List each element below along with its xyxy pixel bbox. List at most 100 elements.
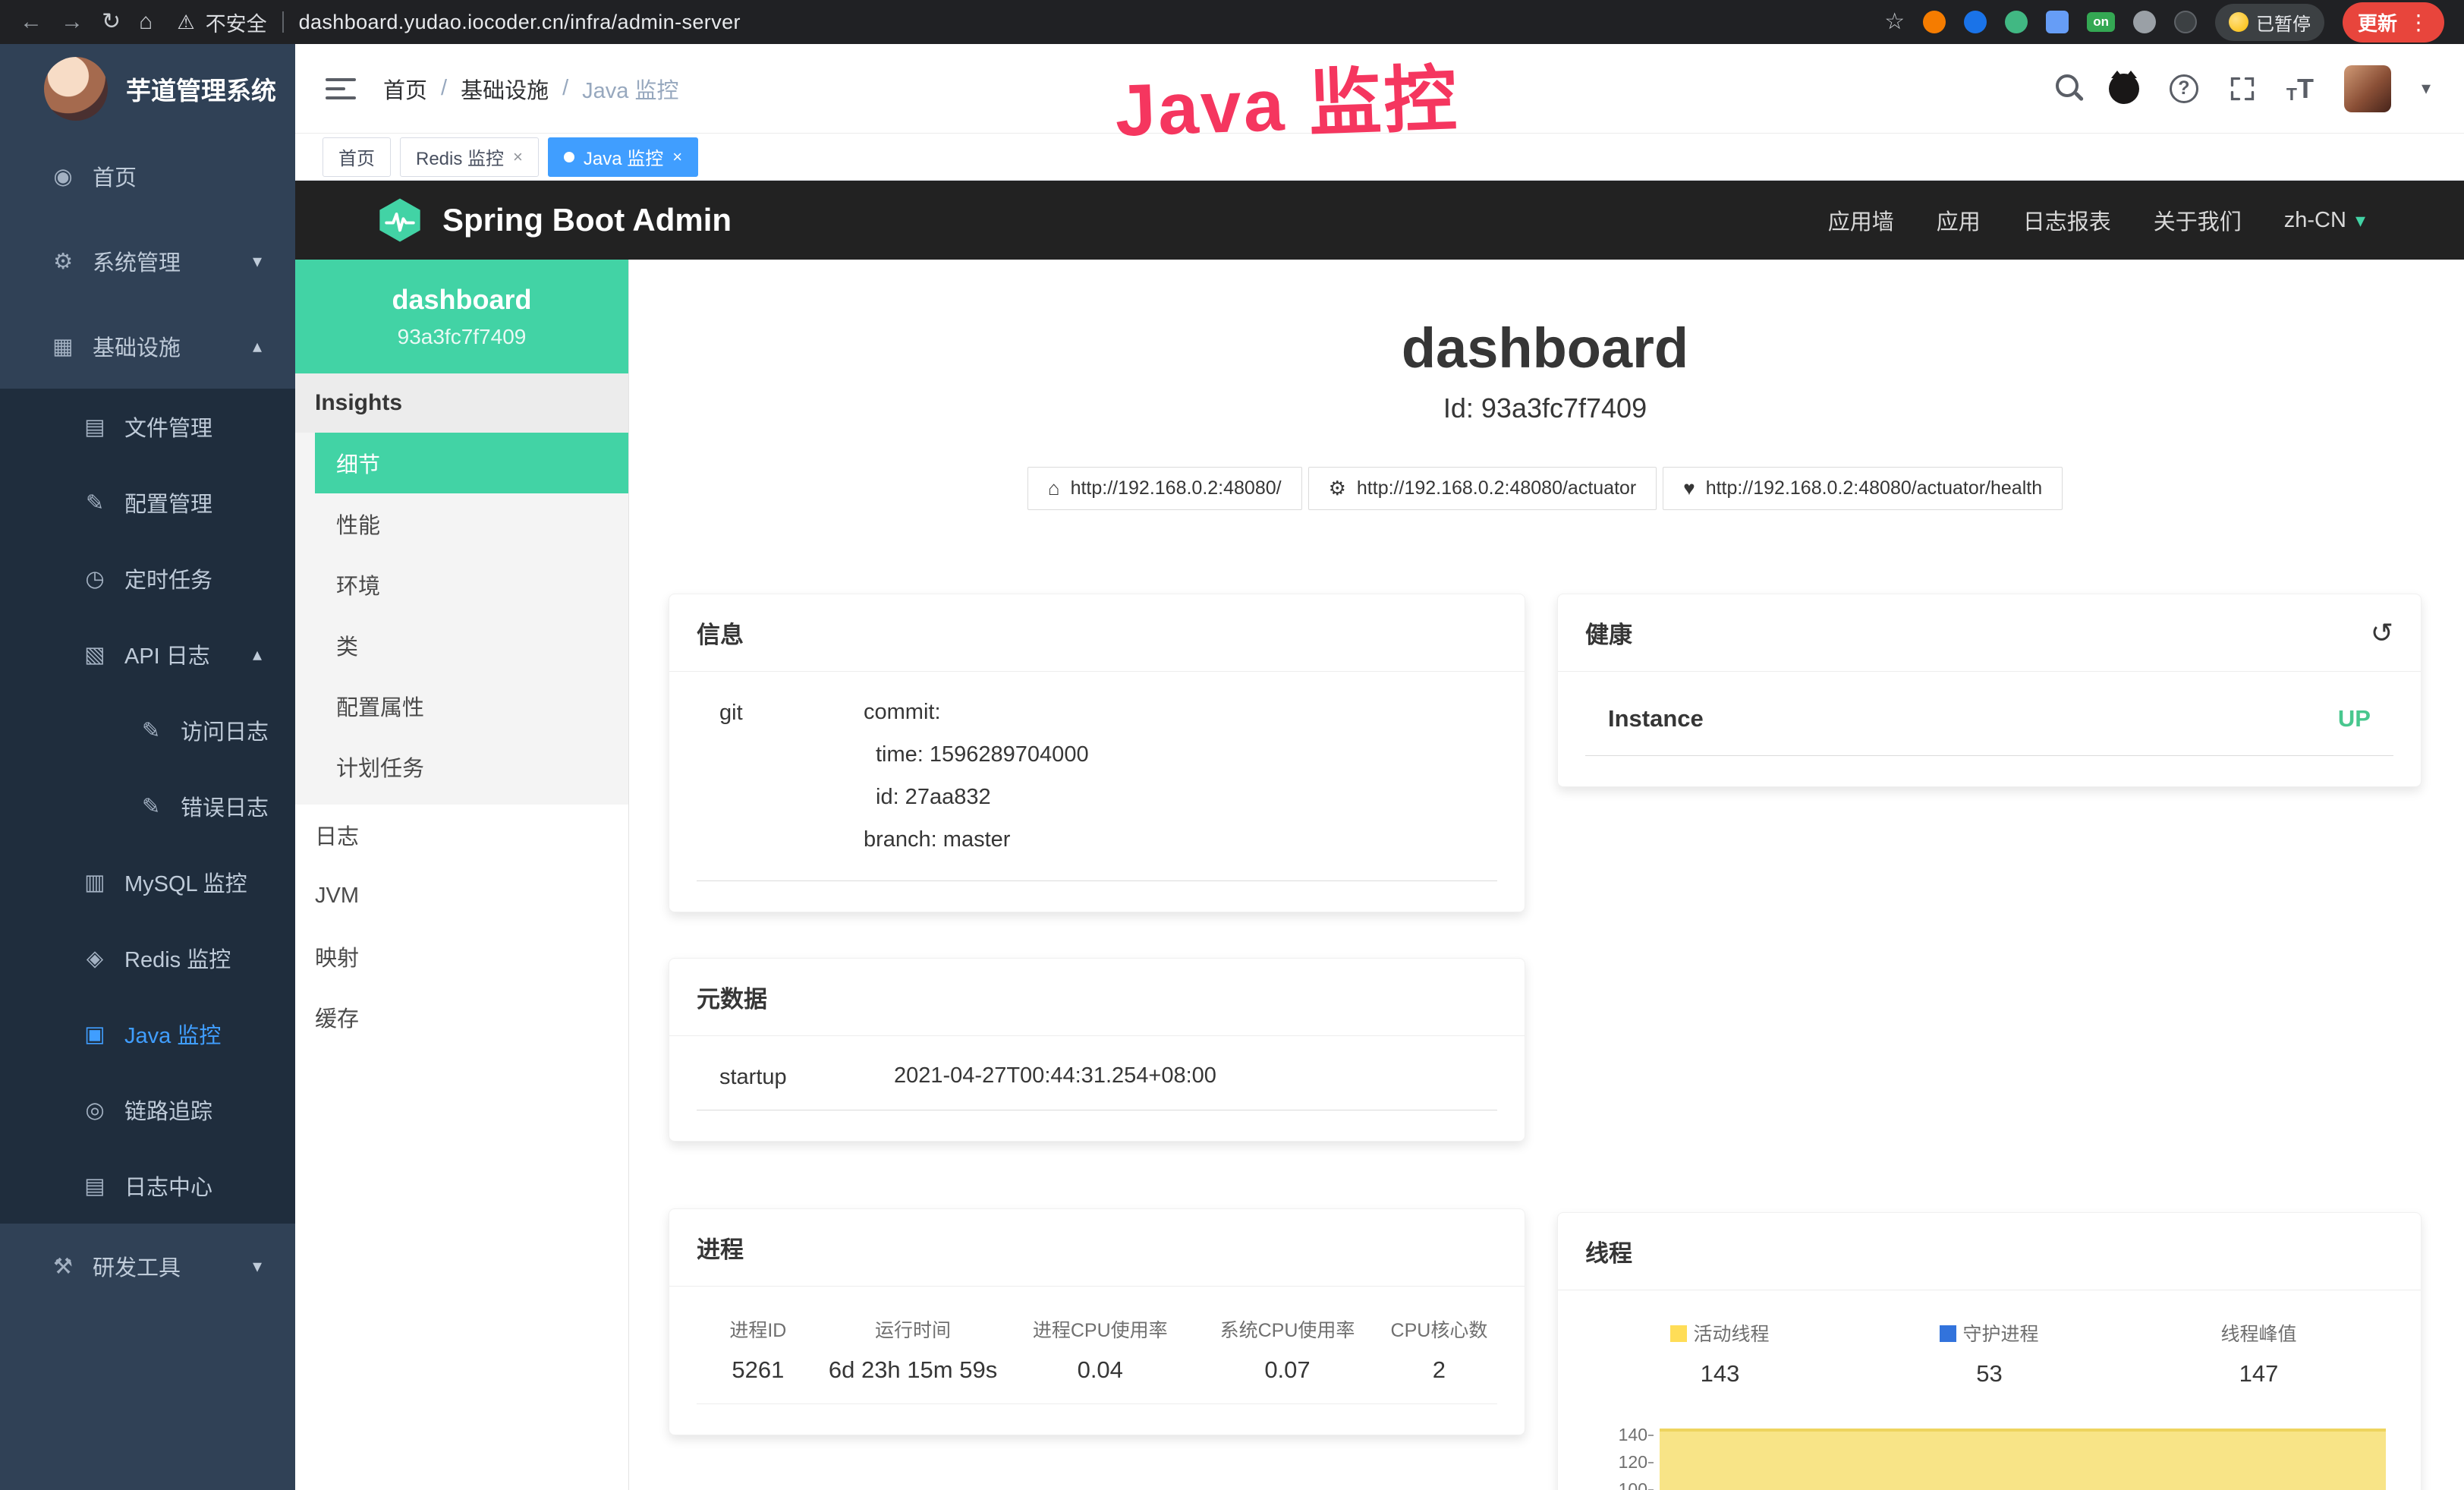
info-card: 信息 git commit: time: 1596289704000 id: 2… — [669, 594, 1525, 912]
user-menu-caret-icon[interactable]: ▾ — [2422, 77, 2431, 99]
instance-links: ⌂ http://192.168.0.2:48080/ ⚙ http://192… — [669, 467, 2422, 510]
sba-menu-performance[interactable]: 性能 — [295, 493, 628, 554]
sidebar-item-api-logs[interactable]: ▧ API 日志 ▴ — [0, 616, 295, 692]
extension-icon[interactable] — [1923, 11, 1946, 33]
extensions-puzzle-icon[interactable] — [2046, 11, 2069, 33]
address-bar[interactable]: ⚠ 不安全 dashboard.yudao.iocoder.cn/infra/a… — [177, 8, 741, 37]
sidebar-item-access-logs[interactable]: ✎ 访问日志 — [0, 692, 295, 768]
health-status-badge: UP — [2338, 705, 2371, 732]
actuator-url: http://192.168.0.2:48080/actuator — [1357, 477, 1636, 499]
info-git-row: git commit: time: 1596289704000 id: 27aa… — [697, 698, 1497, 881]
breadcrumb-home[interactable]: 首页 — [383, 73, 427, 105]
actuator-url-button[interactable]: ⚙ http://192.168.0.2:48080/actuator — [1308, 467, 1657, 510]
sba-navbar: Spring Boot Admin 应用墙 应用 日志报表 关于我们 zh-CN… — [295, 181, 2464, 260]
sidebar-item-redis-monitor[interactable]: ◈ Redis 监控 — [0, 920, 295, 996]
extension-icon[interactable] — [1964, 11, 1987, 33]
browser-chrome: ← → ↻ ⌂ ⚠ 不安全 dashboard.yudao.iocoder.cn… — [0, 0, 2464, 44]
sba-menu-config-properties[interactable]: 配置属性 — [295, 676, 628, 736]
sidebar-item-dev-tools[interactable]: ⚒ 研发工具 ▾ — [0, 1224, 295, 1309]
sidebar-item-config-management[interactable]: ✎ 配置管理 — [0, 465, 295, 540]
extension-icon[interactable] — [2133, 11, 2156, 33]
extension-icon[interactable] — [2174, 11, 2197, 33]
history-icon[interactable]: ↺ — [2371, 617, 2393, 649]
app-logo[interactable]: 芋道管理系统 — [0, 44, 295, 134]
sba-menu-classes[interactable]: 类 — [295, 615, 628, 676]
sidebar-item-infrastructure[interactable]: ▦ 基础设施 ▴ — [0, 304, 295, 389]
back-icon[interactable]: ← — [20, 11, 42, 33]
divider — [282, 11, 284, 33]
sba-menu-environment[interactable]: 环境 — [295, 554, 628, 615]
service-url-button[interactable]: ⌂ http://192.168.0.2:48080/ — [1027, 467, 1302, 510]
sidebar-item-system-management[interactable]: ⚙ 系统管理 ▾ — [0, 219, 295, 304]
sidebar-item-mysql-monitor[interactable]: ▥ MySQL 监控 — [0, 844, 295, 920]
process-header-row: 进程ID 运行时间 进程CPU使用率 系统CPU使用率 CPU核心数 — [697, 1312, 1497, 1343]
reload-icon[interactable]: ↻ — [102, 11, 121, 33]
instance-header[interactable]: dashboard 93a3fc7f7409 — [295, 260, 628, 373]
threads-chart: 140 120 100 — [1585, 1421, 2393, 1490]
sidebar-item-error-logs[interactable]: ✎ 错误日志 — [0, 768, 295, 844]
wrench-icon: ⚙ — [1329, 477, 1346, 500]
locale-value: zh-CN — [2284, 208, 2346, 233]
search-icon[interactable] — [2056, 74, 2079, 97]
sba-nav-applications[interactable]: 应用 — [1937, 204, 1981, 236]
sidebar-item-label: 基础设施 — [93, 330, 181, 362]
log-center-icon: ▤ — [77, 1173, 112, 1199]
chart-y-axis: 140 120 100 — [1585, 1421, 1655, 1490]
threads-value-row: 143 53 147 — [1585, 1360, 2393, 1388]
home-icon: ⌂ — [1048, 477, 1060, 500]
sba-menu-scheduled-tasks[interactable]: 计划任务 — [295, 736, 628, 797]
sidebar-item-scheduled-jobs[interactable]: ◷ 定时任务 — [0, 540, 295, 616]
sidebar-item-java-monitor[interactable]: ▣ Java 监控 — [0, 996, 295, 1072]
sba-menu-logs[interactable]: 日志 — [295, 805, 628, 865]
breadcrumb-infrastructure[interactable]: 基础设施 — [461, 73, 549, 105]
sidebar-item-log-center[interactable]: ▤ 日志中心 — [0, 1148, 295, 1224]
tab-redis-monitor[interactable]: Redis 监控 × — [400, 137, 539, 177]
sba-menu-details[interactable]: 细节 — [315, 433, 628, 493]
sidebar-item-home[interactable]: ◉ 首页 — [0, 134, 295, 219]
active-threads-swatch — [1670, 1325, 1687, 1342]
sidebar-item-label: 研发工具 — [93, 1250, 181, 1282]
extension-on-badge[interactable]: on — [2087, 12, 2115, 32]
metadata-row: startup 2021-04-27T00:44:31.254+08:00 — [697, 1062, 1497, 1110]
sba-nav-journal[interactable]: 日志报表 — [2023, 204, 2111, 236]
close-tab-icon[interactable]: × — [513, 147, 523, 167]
help-icon[interactable]: ? — [2170, 74, 2198, 103]
sba-locale-select[interactable]: zh-CN ▾ — [2284, 208, 2365, 233]
update-button[interactable]: 更新 ⋮ — [2343, 2, 2444, 43]
sba-logo-icon — [376, 196, 424, 244]
app-sidebar: 芋道管理系统 ◉ 首页 ⚙ 系统管理 ▾ ▦ 基础设施 ▴ ▤ 文件管理 — [0, 44, 295, 1490]
tab-java-monitor[interactable]: Java 监控 × — [548, 137, 698, 177]
sba-nav-about[interactable]: 关于我们 — [2154, 204, 2242, 236]
threads-legend-row: 活动线程 守护进程 线程峰值 — [1585, 1316, 2393, 1347]
document-icon: ✎ — [134, 793, 168, 820]
app-topbar: 首页 / 基础设施 / Java 监控 Java 监控 ? TT ▾ — [295, 44, 2464, 134]
sidebar-toggle-icon[interactable] — [326, 76, 356, 102]
sba-menu-caches[interactable]: 缓存 — [295, 987, 628, 1047]
sba-menu-mappings[interactable]: 映射 — [295, 926, 628, 987]
dashboard-icon: ◉ — [46, 163, 80, 190]
app-title: 芋道管理系统 — [126, 71, 276, 107]
font-size-icon[interactable]: TT — [2286, 73, 2314, 105]
sba-menu-jvm[interactable]: JVM — [295, 865, 628, 926]
fullscreen-icon[interactable] — [2229, 75, 2256, 102]
sidebar-item-trace[interactable]: ◎ 链路追踪 — [0, 1072, 295, 1148]
sidebar-item-file-management[interactable]: ▤ 文件管理 — [0, 389, 295, 465]
sba-nav-wallboard[interactable]: 应用墙 — [1828, 204, 1894, 236]
bookmark-star-icon[interactable]: ☆ — [1884, 11, 1905, 33]
github-icon[interactable] — [2109, 74, 2139, 104]
health-url-button[interactable]: ♥ http://192.168.0.2:48080/actuator/heal… — [1663, 467, 2063, 510]
browser-menu-icon[interactable]: ⋮ — [2408, 10, 2429, 35]
sba-brand[interactable]: Spring Boot Admin — [376, 196, 732, 244]
tab-home[interactable]: 首页 — [323, 137, 391, 177]
close-tab-icon[interactable]: × — [672, 147, 682, 167]
health-key: Instance — [1608, 705, 1704, 732]
forward-icon[interactable]: → — [61, 11, 83, 33]
browser-home-icon[interactable]: ⌂ — [139, 11, 153, 33]
extension-icon[interactable] — [2005, 11, 2028, 33]
java-monitor-icon: ▣ — [77, 1021, 112, 1047]
breadcrumb: 首页 / 基础设施 / Java 监控 — [383, 73, 678, 105]
emoji-face-icon — [2229, 12, 2248, 32]
paused-badge[interactable]: 已暂停 — [2215, 4, 2324, 41]
user-avatar[interactable] — [2344, 65, 2391, 112]
tab-label: Redis 监控 — [416, 143, 504, 170]
